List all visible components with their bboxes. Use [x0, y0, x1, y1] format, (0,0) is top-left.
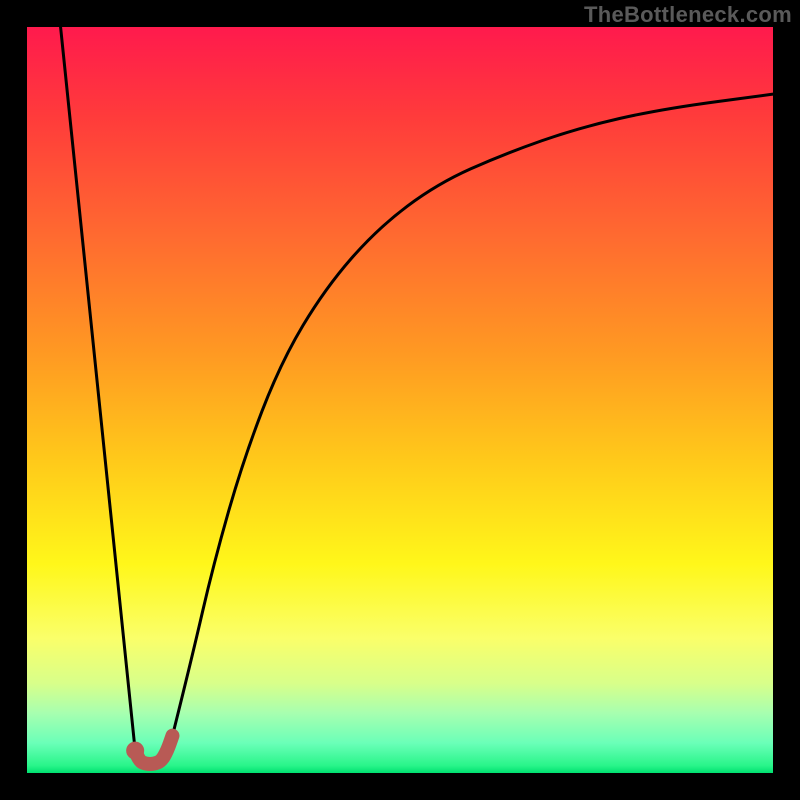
curve-left: [61, 27, 136, 751]
valley-marker: [126, 742, 144, 760]
curve-group: [61, 27, 773, 764]
chart-svg: [27, 27, 773, 773]
watermark-text: TheBottleneck.com: [584, 2, 792, 28]
plot-area: [27, 27, 773, 773]
chart-container: TheBottleneck.com: [0, 0, 800, 800]
curve-right: [172, 94, 773, 736]
